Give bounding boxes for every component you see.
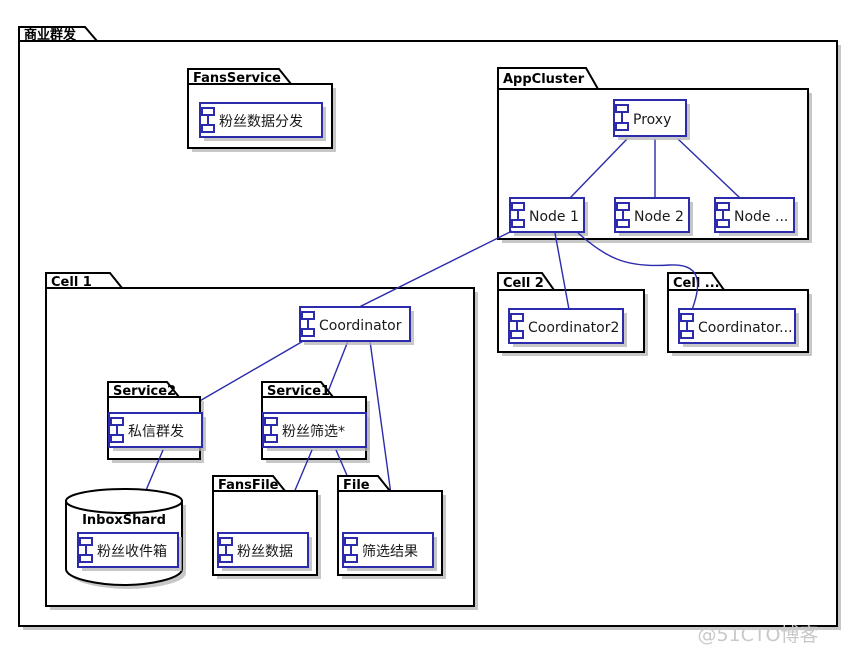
component-nodex[interactable]: Node ...: [714, 197, 798, 236]
package-fansfile-label: FansFile: [218, 478, 279, 493]
component-coordinator[interactable]: Coordinator: [299, 306, 414, 345]
component-fenfa-label: 粉丝数据分发: [219, 114, 303, 130]
outer-package-label: 商业群发: [24, 27, 77, 43]
component-coordinator-label: Coordinator: [319, 318, 402, 334]
component-shaixuan-label: 粉丝筛选*: [282, 424, 345, 440]
component-shaixuan[interactable]: 粉丝筛选*: [262, 412, 370, 451]
component-shaixuanjg[interactable]: 筛选结果: [342, 532, 437, 571]
package-file-label: File: [343, 478, 370, 493]
component-coordinatorx-label: Coordinator...: [698, 320, 793, 336]
component-fenfa[interactable]: 粉丝数据分发: [199, 102, 326, 141]
component-shoujianxiang-label: 粉丝收件箱: [97, 544, 167, 560]
component-fansdata[interactable]: 粉丝数据: [217, 532, 312, 571]
component-coordinator2-label: Coordinator2: [528, 320, 619, 336]
watermark-text: @51CTO博客: [697, 624, 818, 646]
component-node1[interactable]: Node 1: [509, 197, 588, 236]
component-sixin[interactable]: 私信群发: [108, 412, 206, 451]
package-appcluster-label: AppCluster: [503, 72, 585, 87]
component-coordinatorx[interactable]: Coordinator...: [678, 308, 799, 347]
database-inboxshard-label: InboxShard: [82, 513, 166, 528]
diagram-canvas: 商业群发 FansService 粉丝数据分发 AppCluster Proxy: [18, 26, 841, 646]
component-shoujianxiang[interactable]: 粉丝收件箱: [77, 532, 182, 571]
package-service2-label: Service2: [113, 384, 176, 399]
component-proxy[interactable]: Proxy: [613, 99, 690, 140]
component-shaixuanjg-label: 筛选结果: [362, 544, 418, 560]
component-node2-label: Node 2: [634, 209, 684, 225]
component-proxy-label: Proxy: [633, 112, 671, 128]
component-node2[interactable]: Node 2: [614, 197, 693, 236]
component-nodex-label: Node ...: [734, 209, 788, 225]
component-sixin-label: 私信群发: [128, 424, 184, 440]
package-cell2-label: Cell 2: [503, 276, 544, 291]
package-cell1-label: Cell 1: [51, 275, 92, 290]
uml-component-diagram: 商业群发 FansService 粉丝数据分发 AppCluster Proxy: [0, 0, 865, 651]
component-node1-label: Node 1: [529, 209, 579, 225]
component-fansdata-label: 粉丝数据: [237, 544, 293, 560]
package-fansservice-label: FansService: [193, 71, 281, 86]
package-service1-label: Service1: [267, 384, 330, 399]
component-coordinator2[interactable]: Coordinator2: [508, 308, 627, 347]
